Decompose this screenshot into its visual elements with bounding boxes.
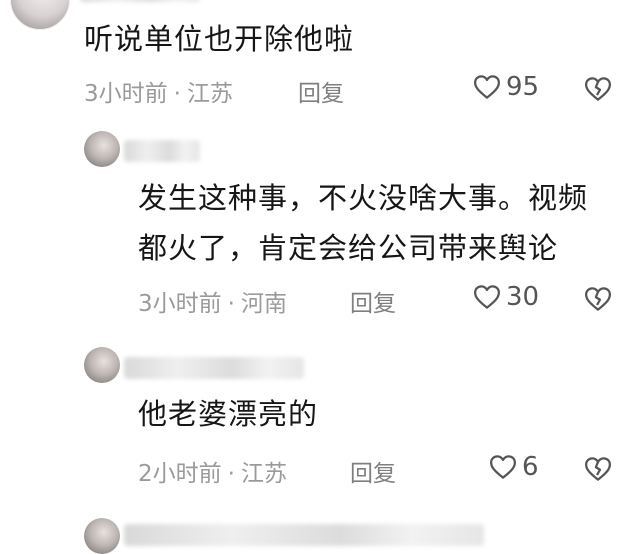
meta-separator: · [227, 291, 235, 317]
comment-2-like-button[interactable]: 30 [472, 282, 539, 312]
comment-3-like-button[interactable]: 6 [488, 452, 539, 482]
broken-heart-icon [583, 284, 613, 314]
comment-1-reply-button[interactable]: 回复 [298, 74, 344, 108]
comment-1-username-blurred[interactable] [80, 0, 200, 2]
comment-2-like-count: 30 [506, 282, 540, 312]
comment-1-like-button[interactable]: 95 [472, 72, 539, 102]
comment-1-text: 听说单位也开除他啦 [84, 22, 355, 56]
comment-1-meta: 3小时前 · 江苏 [84, 74, 233, 108]
comment-2-location: 河南 [240, 291, 287, 317]
heart-outline-icon [472, 72, 502, 102]
comment-4-username-blurred[interactable] [124, 524, 484, 546]
comment-2-time: 3小时前 [138, 291, 222, 317]
meta-separator: · [227, 461, 235, 487]
comment-4-avatar[interactable] [84, 518, 120, 554]
comment-3-text: 他老婆漂亮的 [138, 397, 319, 431]
broken-heart-icon [583, 74, 613, 104]
comment-3-meta: 2小时前 · 江苏 [138, 454, 287, 488]
comment-1-avatar[interactable] [10, 0, 70, 30]
comment-1-like-count: 95 [506, 72, 540, 102]
comment-3-dislike-button[interactable] [583, 454, 613, 484]
comment-1-location: 江苏 [186, 81, 233, 107]
comment-3-location: 江苏 [240, 461, 287, 487]
comment-3-avatar[interactable] [84, 347, 120, 383]
comment-2-username-blurred[interactable] [124, 140, 200, 162]
heart-outline-icon [472, 282, 502, 312]
comment-1-time: 3小时前 [84, 81, 168, 107]
broken-heart-icon [583, 454, 613, 484]
comment-1-dislike-button[interactable] [583, 74, 613, 104]
comment-3-like-count: 6 [522, 452, 539, 482]
comment-2-reply-button[interactable]: 回复 [350, 284, 396, 318]
comment-2-avatar[interactable] [84, 131, 120, 167]
comment-2-text-line-2: 都火了，肯定会给公司带来舆论 [138, 231, 559, 265]
heart-outline-icon [488, 452, 518, 482]
comment-2-text-line-1: 发生这种事，不火没啥大事。视频 [138, 181, 589, 215]
comment-2-dislike-button[interactable] [583, 284, 613, 314]
meta-separator: · [173, 81, 181, 107]
comment-3-time: 2小时前 [138, 461, 222, 487]
comment-3-username-blurred[interactable] [124, 357, 304, 379]
comment-3-reply-button[interactable]: 回复 [350, 454, 396, 488]
comment-2-meta: 3小时前 · 河南 [138, 284, 287, 318]
